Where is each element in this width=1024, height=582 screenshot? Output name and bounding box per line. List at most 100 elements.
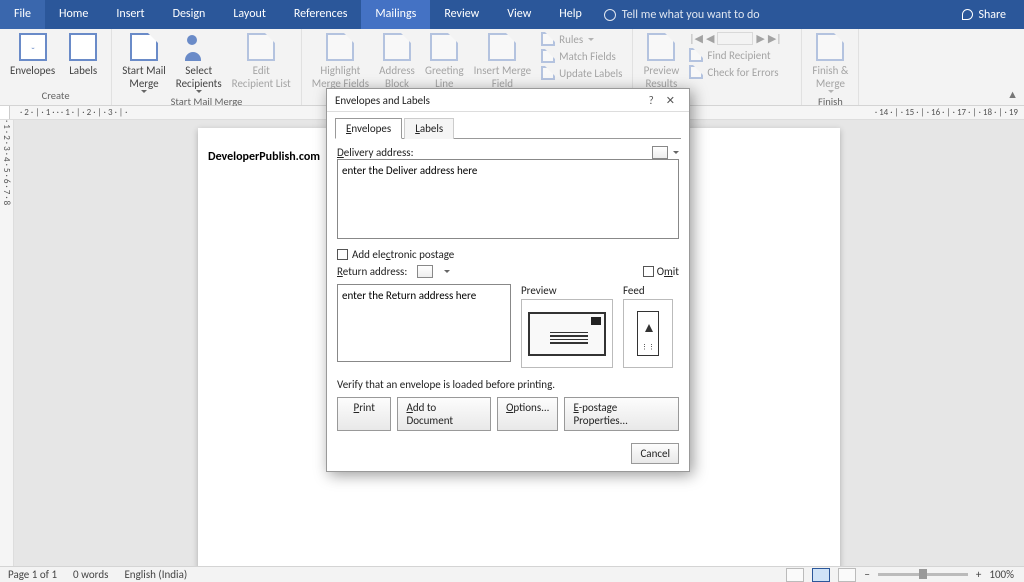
- group-label-create: Create: [6, 89, 105, 105]
- menu-tabs: File Home Insert Design Layout Reference…: [0, 0, 596, 29]
- preview-results-label: Preview Results: [644, 64, 680, 90]
- recipients-icon: [185, 33, 213, 61]
- group-start-mail-merge: Start Mail Merge Select Recipients Edit …: [112, 29, 302, 105]
- match-fields-button: Match Fields: [537, 48, 626, 64]
- preview-panel-label: Preview: [521, 284, 613, 297]
- collapse-ribbon-icon[interactable]: ▲: [1007, 88, 1018, 101]
- start-mail-merge-button[interactable]: Start Mail Merge: [118, 31, 170, 95]
- first-record-icon: |◀: [689, 32, 703, 45]
- lightbulb-icon: [604, 9, 616, 21]
- group-finish: Finish & Merge Finish: [802, 29, 859, 105]
- return-address-label: Return address:: [337, 265, 407, 278]
- dialog-tab-envelopes[interactable]: Envelopes: [335, 118, 402, 139]
- add-to-document-button[interactable]: Add to Document: [397, 397, 491, 431]
- cancel-button[interactable]: Cancel: [631, 443, 679, 464]
- group-create: Envelopes Labels Create: [0, 29, 112, 105]
- address-book-icon[interactable]: [652, 146, 668, 159]
- view-print-layout-button[interactable]: [812, 568, 830, 582]
- tab-mailings[interactable]: Mailings: [361, 0, 430, 29]
- start-mail-merge-label: Start Mail Merge: [122, 64, 166, 90]
- select-recipients-button[interactable]: Select Recipients: [172, 31, 226, 95]
- check-errors-icon: [689, 65, 703, 79]
- envelope-preview-icon: [528, 312, 606, 356]
- labels-icon: [69, 33, 97, 61]
- tab-review[interactable]: Review: [430, 0, 493, 29]
- feed-panel[interactable]: ⋮⋮: [623, 299, 673, 368]
- labels-button[interactable]: Labels: [61, 31, 105, 79]
- tab-help[interactable]: Help: [545, 0, 596, 29]
- find-recipient-button: Find Recipient: [685, 47, 795, 63]
- match-fields-icon: [541, 49, 555, 63]
- return-address-book-icon[interactable]: [417, 265, 433, 278]
- zoom-in-button[interactable]: +: [976, 568, 981, 581]
- dialog-help-button[interactable]: ?: [643, 94, 660, 107]
- feed-panel-label: Feed: [623, 284, 673, 297]
- prev-record-icon: ◀: [706, 32, 714, 45]
- tab-home[interactable]: Home: [45, 0, 102, 29]
- ruler-left-ticks: · 2 · | · 1 · · · 1 · | · 2 · | · 3 · | …: [20, 107, 127, 118]
- tab-view[interactable]: View: [493, 0, 545, 29]
- envelopes-dialog: Envelopes and Labels ? ✕ Envelopes Label…: [326, 88, 690, 472]
- preview-nav: |◀ ◀ ▶ ▶| Find Recipient Check for Error…: [685, 31, 795, 80]
- status-language[interactable]: English (India): [124, 568, 187, 581]
- v-ruler-ticks: · 1 · 2 · 3 · 4 · 5 · 6 · 7 · 8: [1, 120, 12, 205]
- dialog-title: Envelopes and Labels: [335, 94, 643, 107]
- share-label: Share: [978, 8, 1006, 22]
- envelopes-button[interactable]: Envelopes: [6, 31, 59, 79]
- mail-merge-icon: [130, 33, 158, 61]
- select-recipients-label: Select Recipients: [176, 64, 222, 90]
- edit-recipient-list-label: Edit Recipient List: [232, 64, 291, 90]
- print-button[interactable]: Print: [337, 397, 391, 431]
- add-epostage-checkbox[interactable]: Add electronic postage: [337, 248, 679, 261]
- check-errors-button: Check for Errors: [685, 64, 795, 80]
- greeting-label: Greeting Line: [425, 64, 464, 90]
- omit-checkbox[interactable]: [643, 266, 654, 277]
- share-button[interactable]: Share: [962, 8, 1024, 22]
- share-icon: [962, 9, 973, 20]
- zoom-out-button[interactable]: −: [864, 568, 869, 581]
- view-read-mode-button[interactable]: [786, 568, 804, 582]
- verify-message: Verify that an envelope is loaded before…: [337, 378, 679, 391]
- zoom-thumb[interactable]: [919, 569, 927, 579]
- status-page[interactable]: Page 1 of 1: [8, 568, 57, 581]
- greeting-icon: [430, 33, 458, 61]
- view-web-layout-button[interactable]: [838, 568, 856, 582]
- tab-references[interactable]: References: [280, 0, 362, 29]
- finish-merge-icon: [816, 33, 844, 61]
- tab-file[interactable]: File: [0, 0, 45, 29]
- edit-recipient-list-button: Edit Recipient List: [228, 31, 295, 92]
- delivery-address-input[interactable]: [337, 159, 679, 239]
- insert-merge-field-button: Insert Merge Field: [470, 31, 535, 95]
- status-word-count[interactable]: 0 words: [73, 568, 108, 581]
- address-book-dropdown-icon[interactable]: [673, 151, 679, 154]
- epostage-properties-button[interactable]: E-postage Properties...: [564, 397, 679, 431]
- preview-results-icon: [647, 33, 675, 61]
- tab-insert[interactable]: Insert: [102, 0, 158, 29]
- insert-merge-icon: [488, 33, 516, 61]
- update-labels-button: Update Labels: [537, 65, 626, 81]
- envelopes-label: Envelopes: [10, 64, 55, 77]
- finish-merge-button: Finish & Merge: [808, 31, 852, 95]
- dialog-close-button[interactable]: ✕: [660, 94, 681, 107]
- tab-design[interactable]: Design: [159, 0, 220, 29]
- return-address-dropdown-icon[interactable]: [444, 270, 450, 273]
- greeting-line-button: Greeting Line: [421, 31, 468, 92]
- dialog-tab-labels[interactable]: Labels: [404, 118, 454, 139]
- return-address-input[interactable]: [337, 284, 511, 362]
- zoom-percent[interactable]: 100%: [989, 568, 1014, 581]
- envelope-icon: [19, 33, 47, 61]
- tell-me-placeholder: Tell me what you want to do: [622, 8, 760, 22]
- page-watermark: DeveloperPublish.com: [208, 150, 320, 164]
- tab-layout[interactable]: Layout: [219, 0, 280, 29]
- preview-panel[interactable]: [521, 299, 613, 368]
- record-nav: |◀ ◀ ▶ ▶|: [685, 31, 795, 46]
- highlight-merge-fields-button: Highlight Merge Fields: [308, 31, 373, 92]
- edit-recipient-icon: [247, 33, 275, 61]
- labels-label: Labels: [69, 64, 97, 77]
- tell-me-search[interactable]: Tell me what you want to do: [604, 8, 760, 22]
- dialog-body: Delivery address: Add electronic postage…: [327, 139, 689, 471]
- status-bar: Page 1 of 1 0 words English (India) − + …: [0, 566, 1024, 582]
- zoom-slider[interactable]: [878, 573, 968, 576]
- options-button[interactable]: Options...: [497, 397, 558, 431]
- dialog-title-bar[interactable]: Envelopes and Labels ? ✕: [327, 89, 689, 112]
